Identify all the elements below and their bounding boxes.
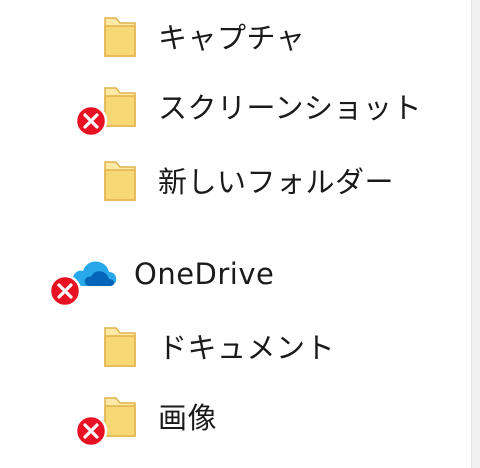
scrollbar-track[interactable] xyxy=(471,0,480,468)
folder-icon xyxy=(102,158,138,202)
nav-item-new-folder[interactable]: 新しいフォルダー xyxy=(96,152,436,208)
sync-error-icon xyxy=(48,274,82,308)
folder-icon xyxy=(102,14,138,58)
nav-item-pictures[interactable]: 画像 xyxy=(70,388,430,448)
folder-icon xyxy=(102,324,138,368)
nav-item-screenshots[interactable]: スクリーンショット xyxy=(70,78,430,138)
nav-item-label: キャプチャ xyxy=(158,21,306,55)
nav-item-label: 新しいフォルダー xyxy=(158,165,395,199)
nav-item-capture[interactable]: キャプチャ xyxy=(96,8,436,64)
nav-item-label: 画像 xyxy=(158,401,218,435)
nav-item-label: ドキュメント xyxy=(158,331,336,365)
sync-error-icon xyxy=(74,414,108,448)
navigation-pane: キャプチャ スクリーンショット 新しいフォルダー OneDrive ドキュメント… xyxy=(0,0,472,468)
nav-item-label: スクリーンショット xyxy=(158,91,423,125)
nav-item-documents[interactable]: ドキュメント xyxy=(96,318,436,374)
nav-item-label: OneDrive xyxy=(134,257,275,291)
sync-error-icon xyxy=(74,104,108,138)
nav-item-onedrive[interactable]: OneDrive xyxy=(44,246,424,308)
